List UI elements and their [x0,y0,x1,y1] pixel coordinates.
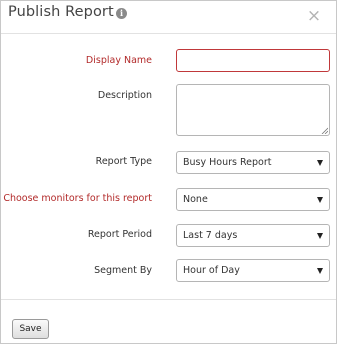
report-type-label: Report Type [95,156,152,167]
chevron-down-icon [317,197,323,203]
dialog-title: Publish Report [8,4,114,20]
monitors-label: Choose monitors for this report [3,193,152,204]
resize-grip-icon[interactable] [321,127,328,134]
monitors-select[interactable]: None [176,188,330,211]
description-label: Description [97,90,152,101]
chevron-down-icon [317,160,323,166]
display-name-input[interactable] [176,49,330,72]
report-period-value: Last 7 days [183,230,238,241]
close-icon[interactable]: × [305,7,323,25]
display-name-label: Display Name [85,55,152,66]
save-button[interactable]: Save [12,319,49,339]
segment-by-select[interactable]: Hour of Day [176,259,330,282]
monitors-value: None [183,194,208,205]
description-textarea[interactable] [176,84,330,136]
report-type-value: Busy Hours Report [183,157,272,168]
segment-by-label: Segment By [94,265,152,276]
dialog-header: Publish Report i × [1,1,336,34]
segment-by-value: Hour of Day [183,265,240,276]
report-type-select[interactable]: Busy Hours Report [176,151,330,174]
info-icon[interactable]: i [116,8,127,19]
report-period-select[interactable]: Last 7 days [176,224,330,247]
chevron-down-icon [317,233,323,239]
report-period-label: Report Period [87,229,152,240]
chevron-down-icon [317,268,323,274]
publish-report-dialog: Publish Report i × Display Name Descript… [0,0,337,344]
dialog-footer: Save [1,299,336,343]
